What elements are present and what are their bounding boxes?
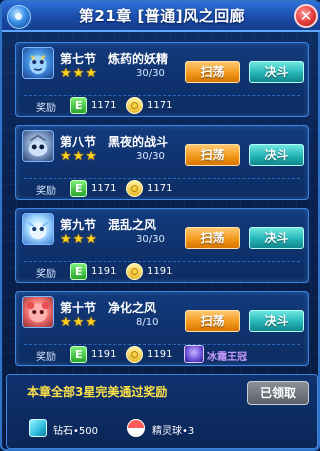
section-card-8: 第八节 黑夜的战斗 ★★★ 30/30 扫荡 决斗 奖励 1171 1171 xyxy=(15,125,309,200)
chapter-orb-icon xyxy=(7,5,31,29)
section-card-10: 第十节 净化之风 ★★★ 8/10 扫荡 决斗 奖励 1191 1191 冰霜王… xyxy=(15,291,309,366)
dialog-header: 第21章 [普通]风之回廊 ✕ xyxy=(2,2,320,32)
monster-avatar xyxy=(22,47,54,79)
dialog-frame: 第21章 [普通]风之回廊 ✕ 第七节 炼药的妖精 ★★★ 30/30 扫荡 决… xyxy=(0,0,320,451)
attempt-progress: 8/10 xyxy=(136,317,159,328)
reward-label: 奖励 xyxy=(36,352,56,363)
exp-reward-value: 1171 xyxy=(91,100,117,111)
card-divider xyxy=(24,178,300,179)
section-number: 第八节 xyxy=(60,135,97,149)
coin-icon xyxy=(126,346,143,363)
monster-avatar xyxy=(22,213,54,245)
exp-icon xyxy=(70,97,87,114)
coin-reward-value: 1171 xyxy=(147,183,173,194)
section-name: 混乱之风 xyxy=(108,218,157,232)
monster-avatar xyxy=(22,296,54,328)
pokeball-reward-label: 精灵球•3 xyxy=(152,426,195,437)
exp-icon xyxy=(70,180,87,197)
exp-icon xyxy=(70,346,87,363)
section-number: 第九节 xyxy=(60,218,97,232)
coin-reward-value: 1191 xyxy=(147,266,173,277)
star-rating: ★★★ xyxy=(60,232,98,247)
monster-avatar xyxy=(22,130,54,162)
exp-reward-value: 1191 xyxy=(91,266,117,277)
sweep-button[interactable]: 扫荡 xyxy=(185,310,240,332)
battle-button[interactable]: 决斗 xyxy=(249,144,304,166)
battle-button[interactable]: 决斗 xyxy=(249,61,304,83)
exp-reward-value: 1171 xyxy=(91,183,117,194)
section-number: 第十节 xyxy=(60,301,97,315)
card-divider xyxy=(24,261,300,262)
close-button[interactable]: ✕ xyxy=(294,4,318,28)
coin-icon xyxy=(126,180,143,197)
battle-button[interactable]: 决斗 xyxy=(249,310,304,332)
diamond-reward-label: 钻石•500 xyxy=(53,426,98,437)
reward-label: 奖励 xyxy=(36,269,56,280)
exp-icon xyxy=(70,263,87,280)
card-divider xyxy=(24,95,300,96)
sweep-button[interactable]: 扫荡 xyxy=(185,61,240,83)
section-name: 炼药的妖精 xyxy=(108,52,169,66)
star-rating: ★★★ xyxy=(60,149,98,164)
extra-reward-name: 冰霜王冠 xyxy=(207,352,247,363)
coin-icon xyxy=(126,263,143,280)
coin-reward-value: 1191 xyxy=(147,349,173,360)
coin-reward-value: 1171 xyxy=(147,100,173,111)
claimed-button[interactable]: 已领取 xyxy=(247,381,309,405)
chapter-reward-panel: 本章全部3星完美通过奖励 已领取 钻石•500 精灵球•3 xyxy=(6,374,318,449)
reward-label: 奖励 xyxy=(36,103,56,114)
reward-label: 奖励 xyxy=(36,186,56,197)
pokeball-icon xyxy=(127,419,145,437)
attempt-progress: 30/30 xyxy=(136,151,165,162)
chapter-reward-title: 本章全部3星完美通过奖励 xyxy=(27,385,168,399)
chapter-title: 第21章 [普通]风之回廊 xyxy=(78,7,246,25)
section-card-9: 第九节 混乱之风 ★★★ 30/30 扫荡 决斗 奖励 1191 1191 xyxy=(15,208,309,283)
coin-icon xyxy=(126,97,143,114)
sweep-button[interactable]: 扫荡 xyxy=(185,144,240,166)
card-divider xyxy=(24,344,300,345)
sweep-button[interactable]: 扫荡 xyxy=(185,227,240,249)
section-name: 黑夜的战斗 xyxy=(108,135,169,149)
star-rating: ★★★ xyxy=(60,66,98,81)
star-rating: ★★★ xyxy=(60,315,98,330)
section-number: 第七节 xyxy=(60,52,97,66)
frost-crown-icon xyxy=(184,345,204,363)
exp-reward-value: 1191 xyxy=(91,349,117,360)
attempt-progress: 30/30 xyxy=(136,234,165,245)
battle-button[interactable]: 决斗 xyxy=(249,227,304,249)
section-card-7: 第七节 炼药的妖精 ★★★ 30/30 扫荡 决斗 奖励 1171 1171 xyxy=(15,42,309,117)
attempt-progress: 30/30 xyxy=(136,68,165,79)
diamond-icon xyxy=(29,419,47,437)
section-name: 净化之风 xyxy=(108,301,157,315)
